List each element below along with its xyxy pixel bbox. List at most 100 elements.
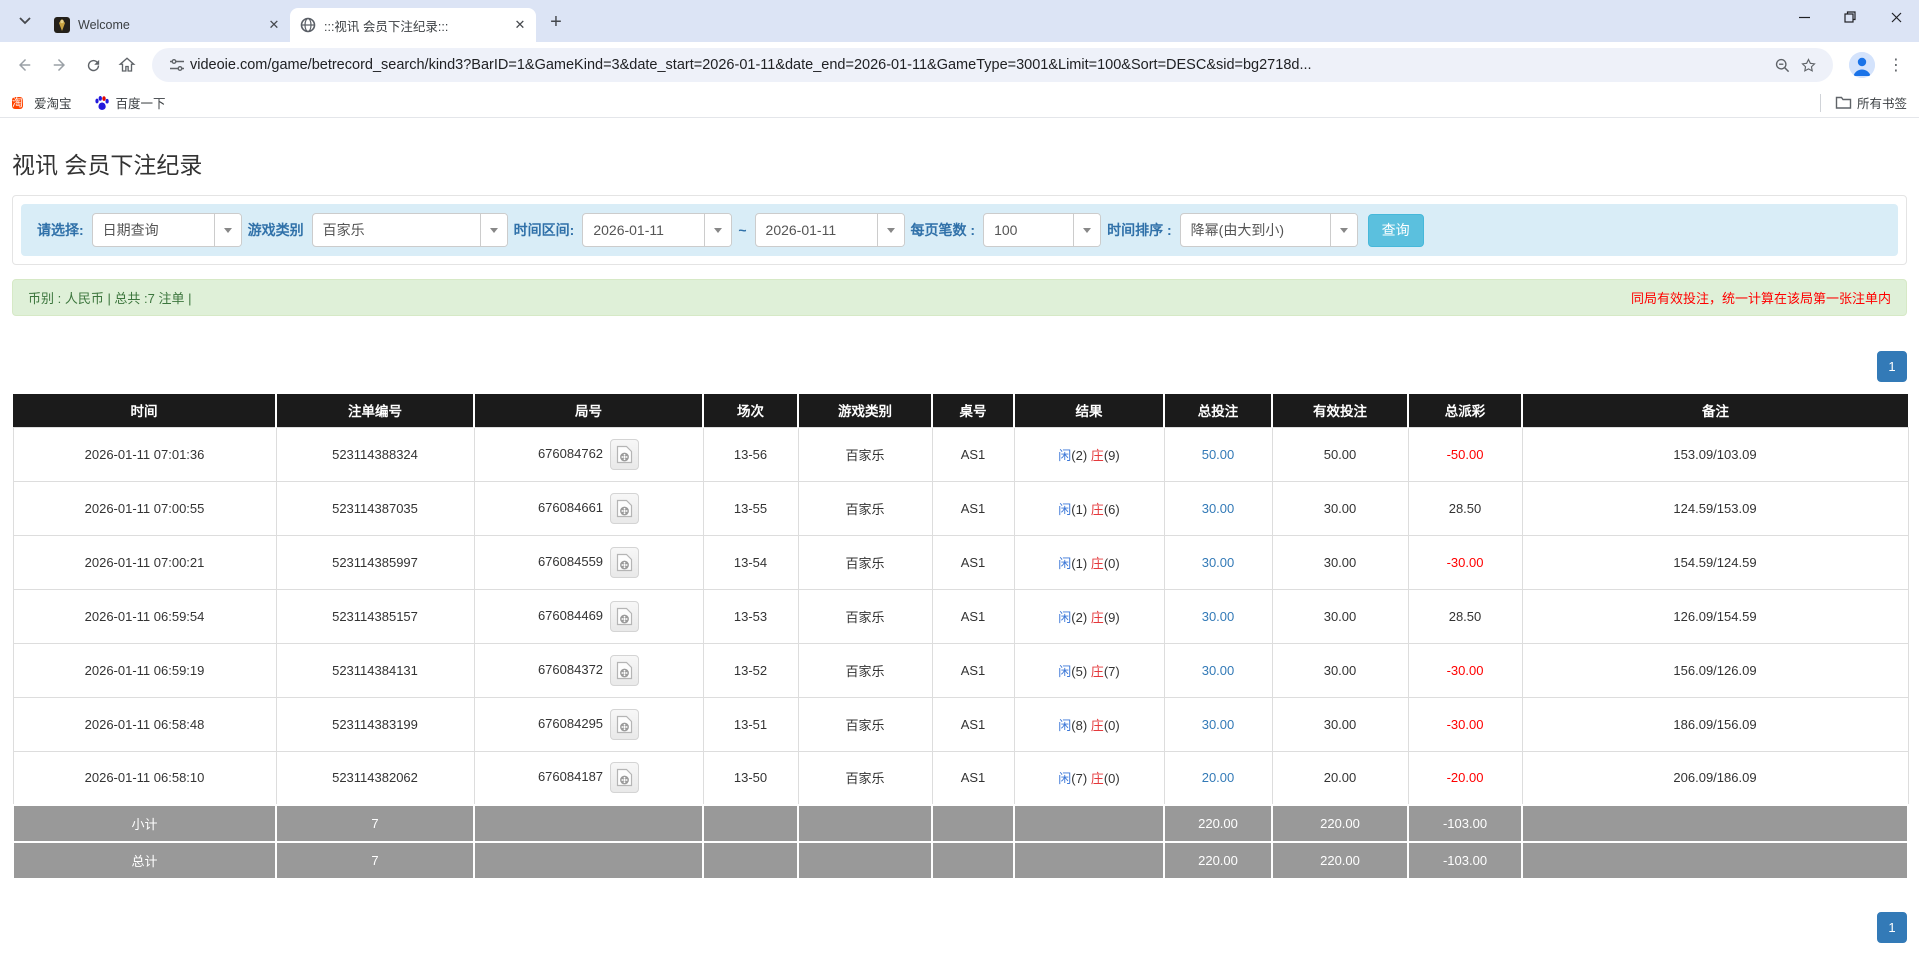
baidu-paw-icon — [94, 95, 110, 111]
chevron-down-icon[interactable] — [213, 214, 241, 246]
column-header: 结果 — [1014, 394, 1165, 427]
back-icon[interactable] — [8, 48, 42, 82]
cell-payout: -20.00 — [1407, 750, 1523, 806]
page-1-button[interactable]: 1 — [1877, 351, 1907, 382]
summary-cell: 220.00 — [1163, 841, 1273, 880]
round-number: 676084295 — [537, 715, 604, 731]
cell-session: 13-56 — [702, 426, 799, 482]
filter-select-5[interactable]: 降幂(由大到小) — [1179, 213, 1358, 247]
cell-table-no: AS1 — [931, 750, 1015, 806]
chevron-down-icon[interactable] — [479, 214, 507, 246]
page-1-button[interactable]: 1 — [1877, 912, 1907, 943]
chevron-down-icon[interactable] — [876, 214, 904, 246]
tab-search-chevron-icon[interactable] — [10, 6, 40, 36]
filter-panel: 请选择: 日期查询 游戏类别 百家乐 时间区间: 2026-01-11 ~2026-01-1… — [12, 195, 1907, 265]
bookmark-aitaobao[interactable]: 淘 爱淘宝 — [12, 93, 72, 112]
bookmark-star-icon[interactable] — [1795, 52, 1821, 78]
summary-row: 总计 7 220.00 220.00 -103.00 — [12, 841, 1909, 880]
summary-cell: -103.00 — [1407, 804, 1523, 843]
cell-session: 13-55 — [702, 480, 799, 536]
summary-cell — [1013, 841, 1165, 880]
summary-cell: 220.00 — [1271, 804, 1409, 843]
cell-bet-id: 523114387035 — [275, 480, 475, 536]
minimize-icon[interactable] — [1781, 0, 1827, 34]
round-number: 676084187 — [537, 769, 604, 785]
filter-select-1[interactable]: 百家乐 — [311, 213, 508, 247]
banker-label: 庄 — [1090, 771, 1104, 787]
column-header: 备注 — [1522, 394, 1908, 427]
chevron-down-icon[interactable] — [1073, 214, 1101, 246]
player-label: 闲 — [1058, 663, 1072, 679]
summary-cell: 220.00 — [1271, 841, 1409, 880]
video-replay-icon[interactable] — [610, 546, 640, 578]
browser-menu-icon[interactable]: ⋮ — [1881, 50, 1911, 80]
home-icon[interactable] — [110, 48, 144, 82]
query-button[interactable]: 查询 — [1367, 213, 1424, 247]
cell-round: 676084762 — [473, 426, 704, 482]
all-bookmarks-button[interactable]: 所有书签 — [1835, 93, 1907, 112]
cell-total-bet: 30.00 — [1163, 480, 1273, 536]
filter-label-4: 每页笔数 : — [910, 222, 976, 238]
close-window-icon[interactable] — [1873, 0, 1919, 34]
summary-cell — [702, 804, 799, 843]
summary-cell — [931, 841, 1015, 880]
window-controls — [1781, 0, 1919, 34]
zoom-icon[interactable] — [1769, 52, 1795, 78]
cell-game-type: 百家乐 — [797, 750, 933, 806]
video-replay-icon[interactable] — [610, 654, 640, 686]
currency-total-text: 币别 : 人民币 | 总共 :7 注单 | — [28, 291, 192, 306]
table-row: 2026-01-11 06:59:19 523114384131 676084372… — [12, 642, 1909, 698]
browser-tab-betrecord[interactable]: :::视讯 会员下注纪录::: ✕ — [290, 8, 536, 42]
restore-icon[interactable] — [1827, 0, 1873, 34]
forward-icon[interactable] — [42, 48, 76, 82]
column-header: 有效投注 — [1272, 394, 1409, 427]
player-label: 闲 — [1058, 771, 1072, 787]
chevron-down-icon[interactable] — [1329, 214, 1357, 246]
player-score: (2) — [1071, 447, 1091, 463]
globe-favicon — [300, 17, 316, 33]
video-replay-icon[interactable] — [610, 708, 640, 740]
player-label: 闲 — [1058, 447, 1072, 463]
filter-select-3[interactable]: 2026-01-11 — [754, 213, 905, 247]
banker-label: 庄 — [1090, 501, 1104, 517]
tab-close-icon[interactable]: ✕ — [266, 17, 282, 33]
cell-total-bet: 30.00 — [1163, 588, 1273, 644]
site-settings-icon[interactable] — [164, 52, 190, 78]
video-replay-icon[interactable] — [610, 600, 640, 632]
url-bar[interactable]: videoie.com/game/betrecord_search/kind3?… — [152, 48, 1833, 82]
reload-icon[interactable] — [76, 48, 110, 82]
bookmark-label: 爱淘宝 — [34, 97, 72, 111]
banker-score: (0) — [1103, 771, 1120, 787]
tab-title: Welcome — [78, 18, 130, 32]
player-score: (5) — [1071, 663, 1091, 679]
filter-select-0[interactable]: 日期查询 — [91, 213, 242, 247]
page-content: 视讯 会员下注纪录 请选择: 日期查询 游戏类别 百家乐 时间区间: 2026-01-11… — [0, 146, 1919, 943]
cell-table-no: AS1 — [931, 588, 1015, 644]
browser-tab-welcome[interactable]: Welcome ✕ — [44, 8, 290, 42]
cell-valid-bet: 30.00 — [1271, 588, 1409, 644]
cell-time: 2026-01-11 06:59:19 — [12, 642, 277, 698]
tab-title: :::视讯 会员下注纪录::: — [324, 19, 449, 34]
filter-select-2[interactable]: 2026-01-11 — [582, 213, 733, 247]
url-text[interactable]: videoie.com/game/betrecord_search/kind3?… — [190, 57, 1769, 73]
filter-bar: 请选择: 日期查询 游戏类别 百家乐 时间区间: 2026-01-11 ~2026-01-1… — [21, 204, 1898, 256]
video-replay-icon[interactable] — [610, 492, 640, 524]
cell-bet-id: 523114385997 — [275, 534, 475, 590]
cell-game-type: 百家乐 — [797, 588, 933, 644]
bet-records-table: 时间 注单编号 局号 场次 游戏类别 桌号 结果 总投注 有效投注 总派彩 备注 2026-01-1… — [12, 394, 1909, 880]
cell-remark: 186.09/156.09 — [1521, 696, 1909, 752]
filter-select-4[interactable]: 100 — [983, 213, 1102, 247]
summary-cell — [1521, 841, 1909, 880]
chevron-down-icon[interactable] — [704, 214, 732, 246]
new-tab-icon[interactable]: + — [542, 8, 570, 36]
bookmark-baidu[interactable]: 百度一下 — [94, 93, 166, 112]
profile-avatar[interactable] — [1849, 52, 1875, 78]
video-replay-icon[interactable] — [610, 438, 640, 470]
cell-payout: -30.00 — [1407, 534, 1523, 590]
filter-value: 百家乐 — [322, 222, 365, 238]
cell-session: 13-50 — [702, 750, 799, 806]
cell-game-type: 百家乐 — [797, 696, 933, 752]
video-replay-icon[interactable] — [610, 762, 640, 794]
tab-close-icon[interactable]: ✕ — [512, 17, 528, 33]
cell-result: 闲(5) 庄(7) — [1013, 642, 1165, 698]
